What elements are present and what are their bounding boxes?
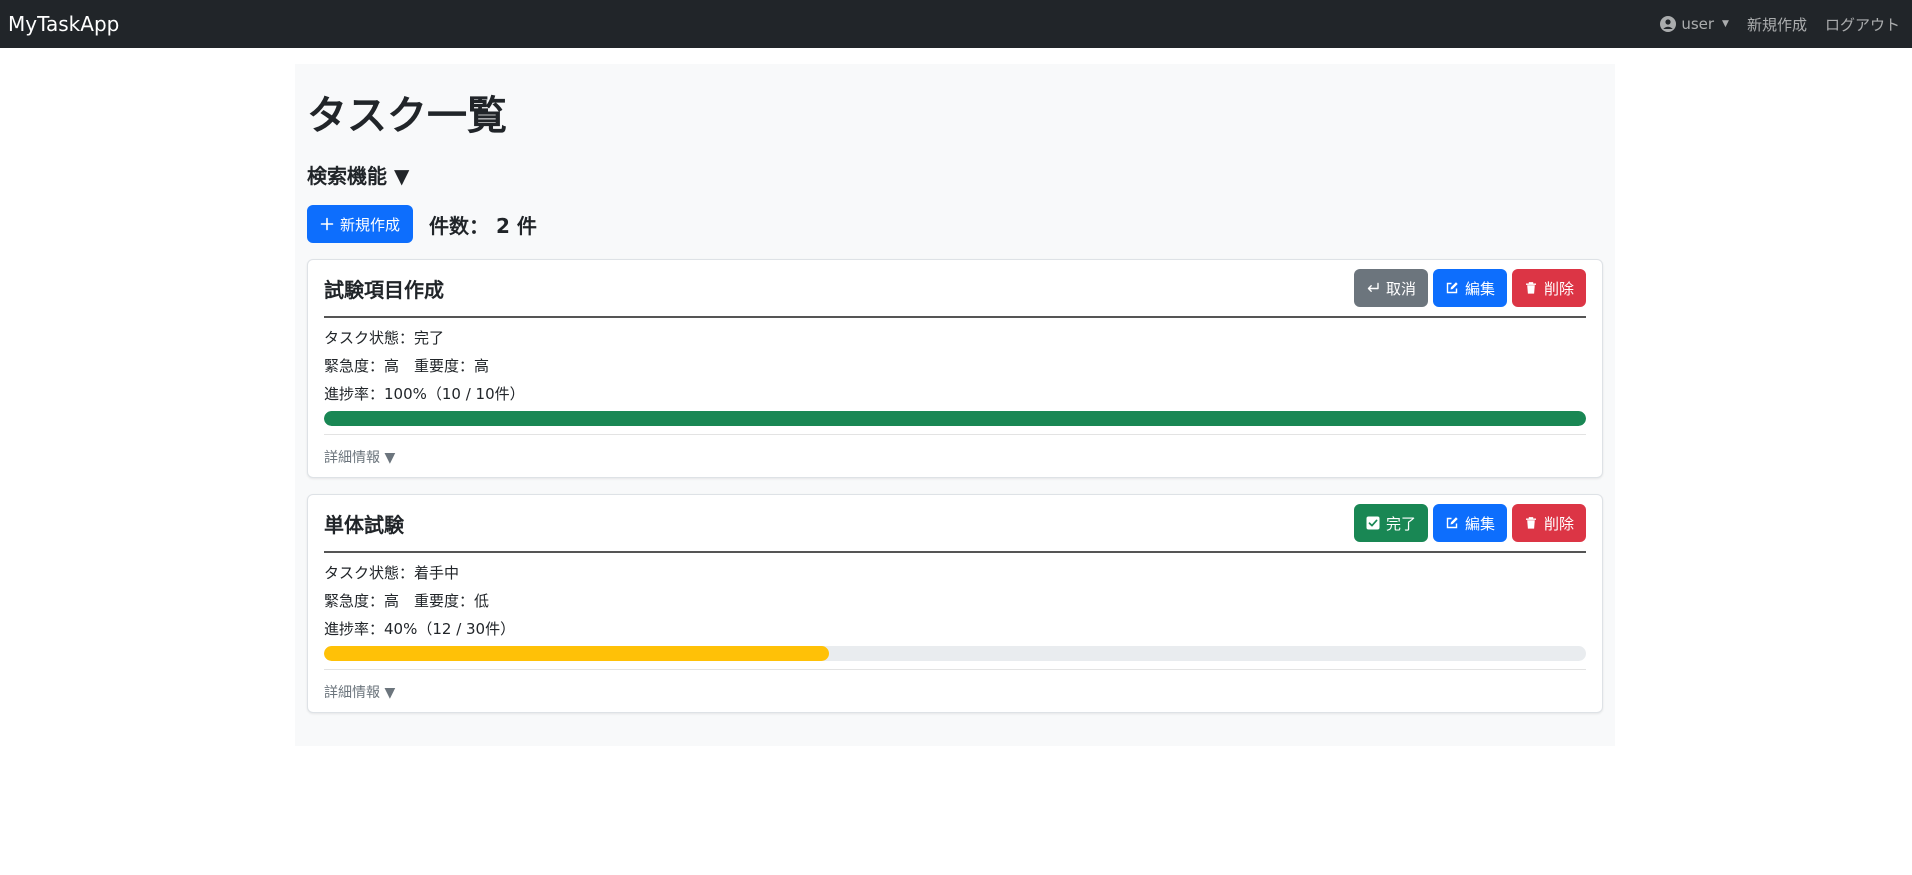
- search-toggle[interactable]: 検索機能 ▼: [307, 160, 1603, 189]
- caret-down-icon: ▼: [1722, 19, 1729, 29]
- actions-row: 新規作成 件数： 2 件: [307, 205, 1603, 243]
- delete-label: 削除: [1543, 279, 1574, 298]
- edit-icon: [1445, 516, 1459, 530]
- check-square-icon: [1366, 516, 1380, 530]
- task-title: 単体試験: [324, 512, 404, 537]
- task-priority: 緊急度：高 重要度：低: [324, 592, 490, 610]
- edit-button[interactable]: 編集: [1432, 504, 1507, 542]
- task-status: タスク状態：着手中: [324, 564, 460, 582]
- main-container: タスク一覧 検索機能 ▼ 新規作成 件数： 2 件 試験項目作成 取消 編集 削…: [295, 64, 1615, 746]
- progress-bar-fill: [324, 411, 1586, 426]
- task-card: 試験項目作成 取消 編集 削除 タスク状態：完了 緊急度：高 重要度：高 進捗率…: [307, 259, 1603, 478]
- card-divider: [324, 316, 1586, 318]
- user-name: user: [1681, 15, 1715, 33]
- task-actions: 完了 編集 削除: [1353, 504, 1586, 542]
- trash-icon: [1524, 516, 1538, 530]
- navbar: MyTaskApp user ▼ 新規作成 ログアウト: [0, 0, 1912, 48]
- task-card-header: 単体試験 完了 編集 削除: [324, 495, 1586, 551]
- new-task-button[interactable]: 新規作成: [307, 205, 414, 243]
- edit-label: 編集: [1464, 279, 1495, 298]
- task-count: 件数： 2 件: [429, 213, 537, 238]
- delete-button[interactable]: 削除: [1511, 269, 1586, 307]
- edit-label: 編集: [1464, 514, 1495, 533]
- complete-button[interactable]: 完了: [1353, 504, 1428, 542]
- page-title: タスク一覧: [307, 93, 507, 139]
- detail-toggle[interactable]: 詳細情報 ▼: [324, 435, 1586, 477]
- task-card: 単体試験 完了 編集 削除 タスク状態：着手中 緊急度：高 重要度：低 進捗率：…: [307, 494, 1603, 713]
- task-status: タスク状態：完了: [324, 329, 445, 347]
- cancel-button[interactable]: 取消: [1353, 269, 1428, 307]
- progress-bar-track: [324, 646, 1586, 661]
- task-actions: 取消 編集 削除: [1353, 269, 1586, 307]
- progress-bar-track: [324, 411, 1586, 426]
- detail-toggle[interactable]: 詳細情報 ▼: [324, 670, 1586, 712]
- return-icon: [1366, 281, 1380, 295]
- delete-button[interactable]: 削除: [1511, 504, 1586, 542]
- nav-right: user ▼ 新規作成 ログアウト: [1660, 14, 1904, 35]
- brand-logo[interactable]: MyTaskApp: [8, 12, 119, 36]
- task-progress-text: 進捗率：40%（12 / 30件）: [324, 620, 516, 638]
- new-task-label: 新規作成: [340, 215, 401, 234]
- delete-label: 削除: [1543, 514, 1574, 533]
- task-priority: 緊急度：高 重要度：高: [324, 357, 490, 375]
- progress-bar-fill: [324, 646, 829, 661]
- user-menu-dropdown[interactable]: user ▼: [1660, 15, 1729, 33]
- plus-icon: [320, 217, 334, 231]
- edit-icon: [1445, 281, 1459, 295]
- task-progress-text: 進捗率：100%（10 / 10件）: [324, 385, 525, 403]
- task-title: 試験項目作成: [324, 277, 444, 302]
- trash-icon: [1524, 281, 1538, 295]
- user-circle-icon: [1660, 16, 1677, 32]
- nav-logout-link[interactable]: ログアウト: [1825, 14, 1900, 35]
- task-card-header: 試験項目作成 取消 編集 削除: [324, 260, 1586, 316]
- complete-label: 完了: [1385, 514, 1416, 533]
- edit-button[interactable]: 編集: [1432, 269, 1507, 307]
- nav-new-link[interactable]: 新規作成: [1747, 14, 1807, 35]
- card-divider: [324, 551, 1586, 553]
- cancel-label: 取消: [1385, 279, 1416, 298]
